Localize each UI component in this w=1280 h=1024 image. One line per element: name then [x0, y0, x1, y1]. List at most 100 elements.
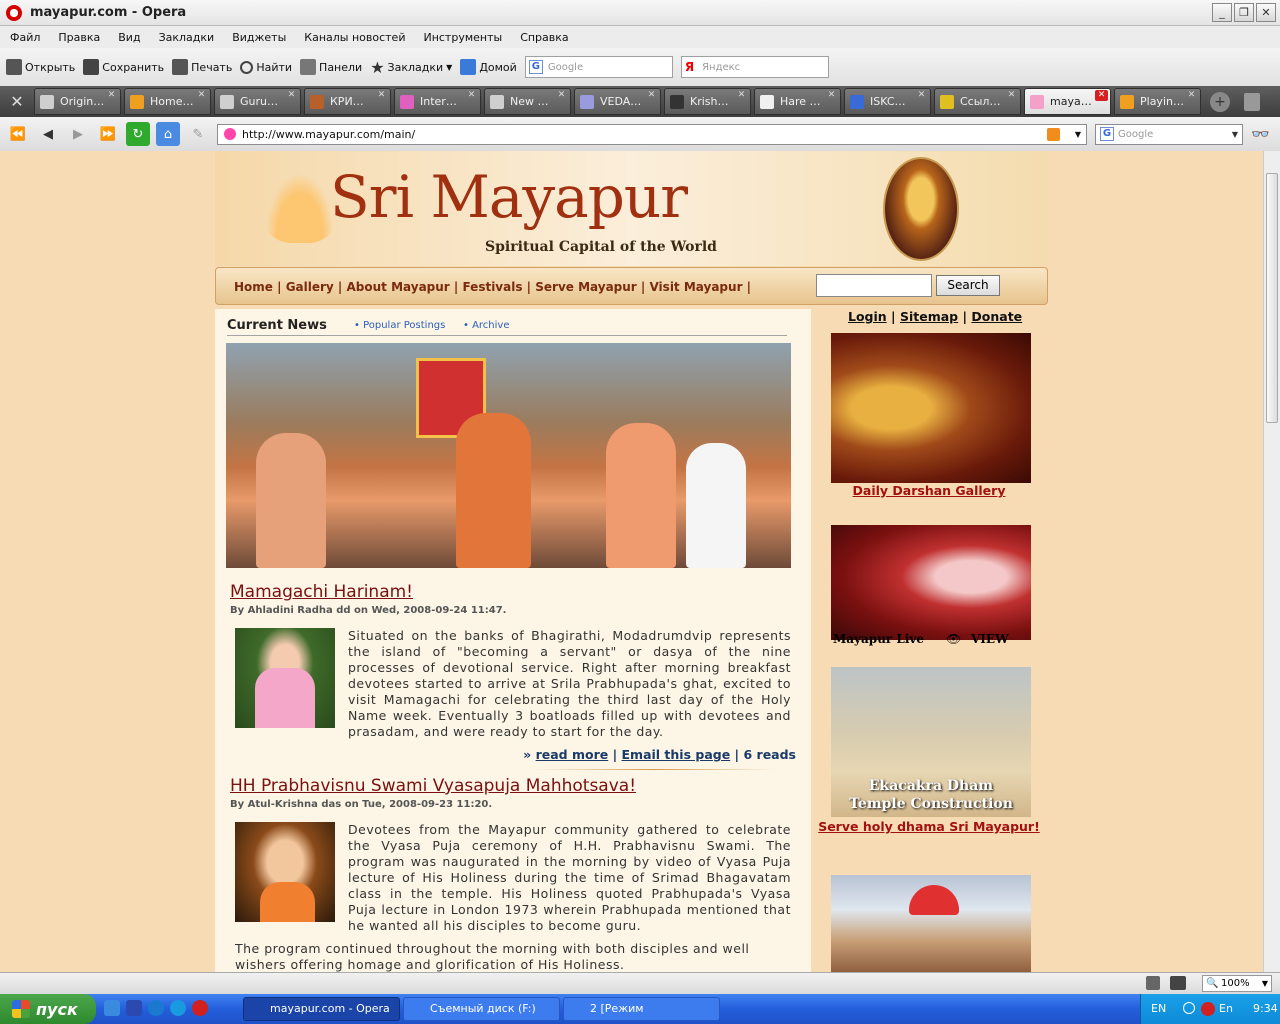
taskbar-word-document[interactable]: 2 [Режим ограничен…	[563, 997, 720, 1021]
tab-close-icon[interactable]: ✕	[465, 90, 478, 101]
tools-wrench-icon[interactable]: ✕	[4, 89, 30, 115]
settings-icon[interactable]	[1146, 976, 1160, 990]
serve-dhama-link[interactable]: Serve holy dhama Sri Mayapur!	[815, 819, 1043, 835]
browser-tab[interactable]: New … ✕	[484, 88, 571, 115]
yandex-search-input[interactable]: Я Яндекс	[680, 56, 829, 78]
donate-link[interactable]: Donate	[971, 309, 1022, 324]
daily-darshan-image[interactable]	[831, 333, 1031, 483]
browser-tab[interactable]: Guru… ✕	[214, 88, 301, 115]
sitemap-link[interactable]: Sitemap	[900, 309, 958, 324]
beach-festival-image[interactable]	[831, 875, 1031, 972]
menu-file[interactable]: Файл	[10, 31, 40, 44]
url-dropdown-icon[interactable]: ▼	[1075, 125, 1081, 144]
tab-close-icon[interactable]: ✕	[1185, 90, 1198, 101]
article-thumbnail[interactable]	[235, 628, 335, 728]
site-search-button[interactable]: Search	[936, 275, 1000, 296]
menu-view[interactable]: Вид	[118, 31, 140, 44]
glasses-icon[interactable]: 👓	[1251, 125, 1270, 143]
tab-close-icon[interactable]: ✕	[375, 90, 388, 101]
start-button[interactable]: пуск	[0, 994, 96, 1024]
tab-close-icon[interactable]: ✕	[555, 90, 568, 101]
vertical-scrollbar[interactable]	[1263, 151, 1280, 972]
mayapur-live-view[interactable]: VIEW	[971, 632, 1009, 646]
trash-icon[interactable]	[1244, 92, 1260, 111]
home-nav-button[interactable]: ⌂	[156, 122, 180, 146]
tab-close-icon[interactable]: ✕	[1095, 90, 1108, 101]
tab-close-icon[interactable]: ✕	[915, 90, 928, 101]
save-icon[interactable]	[126, 1000, 142, 1016]
nav-gallery[interactable]: Gallery	[286, 280, 334, 294]
browser-tab[interactable]: Home… ✕	[124, 88, 211, 115]
rss-icon[interactable]	[1047, 128, 1060, 141]
home-button[interactable]: Домой	[460, 59, 517, 75]
tab-close-icon[interactable]: ✕	[195, 90, 208, 101]
browser-tab[interactable]: Krish… ✕	[664, 88, 751, 115]
browser-tab[interactable]: Hare … ✕	[754, 88, 841, 115]
browser-tab[interactable]: VEDA… ✕	[574, 88, 661, 115]
featured-news-photo[interactable]	[226, 343, 791, 568]
browser-tab[interactable]: Inter… ✕	[394, 88, 481, 115]
browser-tab[interactable]: Origin… ✕	[34, 88, 121, 115]
nav-festivals[interactable]: Festivals	[462, 280, 522, 294]
language-indicator[interactable]: EN	[1151, 1002, 1166, 1015]
menu-edit[interactable]: Правка	[58, 31, 100, 44]
reload-button[interactable]: ↻	[126, 122, 150, 146]
bookmarks-button[interactable]: ★ Закладки ▼	[370, 58, 452, 77]
tab-current-news[interactable]: Current News	[227, 318, 327, 333]
browser-tab[interactable]: ISKC… ✕	[844, 88, 931, 115]
email-page-link[interactable]: Email this page	[622, 747, 731, 762]
menu-feeds[interactable]: Каналы новостей	[304, 31, 405, 44]
find-button[interactable]: Найти	[240, 60, 292, 74]
tab-popular-postings[interactable]: • Popular Postings	[354, 320, 445, 331]
browser-tab[interactable]: Playin… ✕	[1114, 88, 1201, 115]
taskbar-opera[interactable]: mayapur.com - Opera	[243, 997, 400, 1021]
zoom-select[interactable]: 🔍 100% ▼	[1202, 975, 1272, 992]
ie-icon[interactable]	[104, 1000, 120, 1016]
browser-tab[interactable]: maya… ✕	[1024, 88, 1111, 115]
forward-button[interactable]: ▶	[66, 122, 90, 146]
nav-home[interactable]: Home	[234, 280, 273, 294]
opera-icon[interactable]	[192, 1000, 208, 1016]
tab-close-icon[interactable]: ✕	[735, 90, 748, 101]
close-button[interactable]: ✕	[1256, 3, 1276, 22]
camera-icon[interactable]	[1170, 976, 1186, 990]
nav-about[interactable]: About Mayapur	[347, 280, 450, 294]
print-button[interactable]: Печать	[172, 59, 232, 75]
tab-close-icon[interactable]: ✕	[1005, 90, 1018, 101]
menu-widgets[interactable]: Виджеты	[232, 31, 286, 44]
browser-tab[interactable]: КРИ… ✕	[304, 88, 391, 115]
open-button[interactable]: Открыть	[6, 59, 75, 75]
search-dropdown-icon[interactable]: ▼	[1232, 125, 1238, 144]
menu-help[interactable]: Справка	[520, 31, 568, 44]
edit-button[interactable]: ✎	[186, 122, 210, 146]
taskbar-removable-disk[interactable]: Съемный диск (F:)	[403, 997, 560, 1021]
ekacakra-image[interactable]: Ekacakra Dham Temple Construction	[831, 667, 1031, 817]
browser-tab[interactable]: Ссыл… ✕	[934, 88, 1021, 115]
back-button[interactable]: ◀	[36, 122, 60, 146]
login-link[interactable]: Login	[848, 309, 887, 324]
article-title[interactable]: HH Prabhavisnu Swami Vyasapuja Mahhotsav…	[230, 776, 636, 796]
browser-icon[interactable]	[170, 1000, 186, 1016]
tab-archive[interactable]: • Archive	[463, 320, 510, 331]
read-more-link[interactable]: read more	[536, 747, 609, 762]
google-search-input[interactable]: G Google	[524, 56, 673, 78]
fast-forward-button[interactable]: ⏩	[96, 122, 120, 146]
tab-close-icon[interactable]: ✕	[285, 90, 298, 101]
site-search-input[interactable]	[816, 274, 932, 297]
daily-darshan-link[interactable]: Daily Darshan Gallery	[815, 483, 1043, 499]
tab-close-icon[interactable]: ✕	[645, 90, 658, 101]
site-logo-title[interactable]: Sri Mayapur	[330, 163, 688, 231]
menu-tools[interactable]: Инструменты	[423, 31, 502, 44]
mayapur-live-image[interactable]: Mayapur Live 👁 VIEW	[831, 525, 1031, 646]
article-thumbnail[interactable]	[235, 822, 335, 922]
menu-bookmarks[interactable]: Закладки	[159, 31, 215, 44]
tray-arrow-icon[interactable]	[1183, 1002, 1195, 1014]
tab-close-icon[interactable]: ✕	[105, 90, 118, 101]
url-input[interactable]: http://www.mayapur.com/main/ ▼	[217, 124, 1087, 145]
new-tab-button[interactable]: +	[1210, 91, 1230, 112]
restore-button[interactable]: ❐	[1234, 3, 1254, 22]
address-search-input[interactable]: G Google ▼	[1095, 124, 1243, 145]
media-player-icon[interactable]	[148, 1000, 164, 1016]
scrollbar-thumb[interactable]	[1266, 173, 1278, 423]
tab-close-icon[interactable]: ✕	[825, 90, 838, 101]
